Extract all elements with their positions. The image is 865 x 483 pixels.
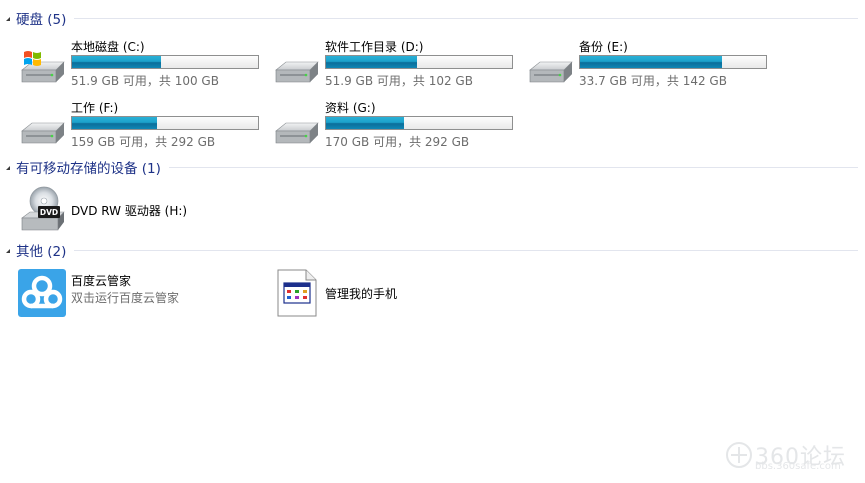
hard-drive-icon [529,61,573,83]
collapse-triangle-icon[interactable] [6,166,10,170]
group-divider [74,249,858,251]
site-watermark: 360论坛 bbs.360safe.com [725,437,855,477]
drive-free-space: 51.9 GB 可用，共 100 GB [71,74,219,88]
drive-g[interactable]: 资料 (G:) 170 GB 可用，共 292 GB [272,99,522,155]
drive-d[interactable]: 软件工作目录 (D:) 51.9 GB 可用，共 102 GB [272,38,522,94]
usage-bar [325,55,513,69]
group-title: 有可移动存储的设备 (1) [16,161,161,177]
hard-drive-windows-icon [21,51,65,83]
usage-bar [325,116,513,130]
hard-drive-icon [21,122,65,144]
drive-e[interactable]: 备份 (E:) 33.7 GB 可用，共 142 GB [526,38,776,94]
drive-name: 本地磁盘 (C:) [71,40,145,54]
drive-free-space: 33.7 GB 可用，共 142 GB [579,74,727,88]
hard-drive-icon [275,122,319,144]
group-header-hard-disks[interactable]: 硬盘 (5) [6,8,858,28]
dvd-logo-text: DVD [40,208,58,217]
app-description: 双击运行百度云管家 [71,291,180,305]
collapse-triangle-icon[interactable] [6,17,10,21]
dvd-drive-icon: DVD [21,186,65,231]
baidu-cloud-icon [18,269,66,317]
hard-drive-icon [275,61,319,83]
usage-bar [71,116,259,130]
group-divider [168,166,858,168]
drive-f[interactable]: 工作 (F:) 159 GB 可用，共 292 GB [18,99,268,155]
usage-bar [71,55,259,69]
baidu-cloud-item[interactable]: 百度云管家 双击运行百度云管家 [18,269,238,319]
group-title: 其他 (2) [16,244,67,260]
usage-fill [326,56,418,68]
phone-manager-item[interactable]: 管理我的手机 [272,269,492,319]
dvd-drive-name: DVD RW 驱动器 (H:) [71,204,188,218]
phone-manager-icon [277,269,317,317]
app-name: 管理我的手机 [325,287,398,301]
watermark-logo-icon [726,442,752,468]
usage-fill [326,117,404,129]
dvd-drive-h[interactable]: DVD DVD RW 驱动器 (H:) [18,186,268,232]
drive-name: 备份 (E:) [579,40,628,54]
group-title: 硬盘 (5) [16,12,67,28]
app-name: 百度云管家 [71,274,132,288]
drive-name: 软件工作目录 (D:) [325,40,424,54]
drive-name: 资料 (G:) [325,101,376,115]
drive-free-space: 170 GB 可用，共 292 GB [325,135,470,149]
collapse-triangle-icon[interactable] [6,249,10,253]
usage-fill [72,56,162,68]
drive-free-space: 51.9 GB 可用，共 102 GB [325,74,473,88]
usage-fill [580,56,722,68]
usage-bar [579,55,767,69]
group-divider [74,17,858,19]
drive-name: 工作 (F:) [71,101,119,115]
watermark-url: bbs.360safe.com [755,461,841,472]
usage-fill [72,117,157,129]
drive-free-space: 159 GB 可用，共 292 GB [71,135,216,149]
group-header-removable[interactable]: 有可移动存储的设备 (1) [6,157,858,177]
drive-c[interactable]: 本地磁盘 (C:) 51.9 GB 可用，共 100 GB [18,38,268,94]
group-header-other[interactable]: 其他 (2) [6,240,858,260]
